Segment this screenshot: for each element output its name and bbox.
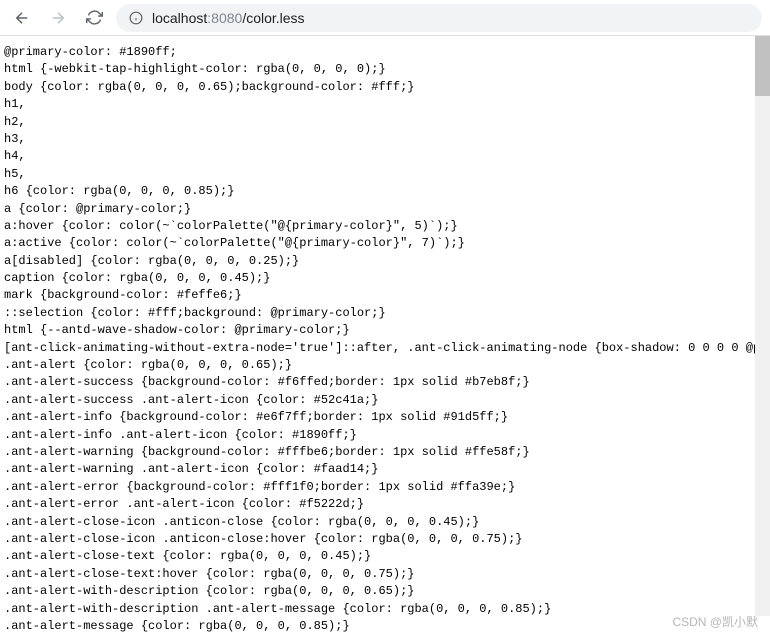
watermark: CSDN @凯小默 — [672, 613, 758, 630]
code-line: .ant-alert {color: rgba(0, 0, 0, 0.65);} — [4, 357, 766, 374]
code-line: a {color: @primary-color;} — [4, 201, 766, 218]
code-line: html {-webkit-tap-highlight-color: rgba(… — [4, 61, 766, 78]
code-line: body {color: rgba(0, 0, 0, 0.65);backgro… — [4, 79, 766, 96]
code-line: .ant-alert-error {background-color: #fff… — [4, 479, 766, 496]
code-line: .ant-alert-success .ant-alert-icon {colo… — [4, 392, 766, 409]
back-button[interactable] — [8, 4, 36, 32]
code-line: .ant-alert-with-description .ant-alert-m… — [4, 601, 766, 618]
code-line: h5, — [4, 166, 766, 183]
code-line: .ant-alert-info .ant-alert-icon {color: … — [4, 427, 766, 444]
scrollbar[interactable] — [755, 36, 770, 616]
page-content: @primary-color: #1890ff;html {-webkit-ta… — [0, 36, 770, 636]
forward-button[interactable] — [44, 4, 72, 32]
code-line: .ant-alert-success {background-color: #f… — [4, 374, 766, 391]
code-line: .ant-alert-close-icon .anticon-close {co… — [4, 514, 766, 531]
code-line: .ant-alert-warning .ant-alert-icon {colo… — [4, 461, 766, 478]
url-host: localhost — [152, 10, 207, 26]
scrollbar-thumb[interactable] — [755, 36, 770, 96]
code-line: h6 {color: rgba(0, 0, 0, 0.85);} — [4, 183, 766, 200]
code-line: h2, — [4, 114, 766, 131]
code-line: h3, — [4, 131, 766, 148]
code-line: .ant-alert-close-icon .anticon-close:hov… — [4, 531, 766, 548]
code-line: .ant-alert-warning {background-color: #f… — [4, 444, 766, 461]
code-line: [ant-click-animating-without-extra-node=… — [4, 340, 766, 357]
info-icon — [128, 10, 144, 26]
code-line: .ant-alert-close-text {color: rgba(0, 0,… — [4, 548, 766, 565]
code-line: caption {color: rgba(0, 0, 0, 0.45);} — [4, 270, 766, 287]
code-line: .ant-alert-error .ant-alert-icon {color:… — [4, 496, 766, 513]
code-line: a:active {color: color(~`colorPalette("@… — [4, 235, 766, 252]
code-line: h4, — [4, 148, 766, 165]
code-line: a[disabled] {color: rgba(0, 0, 0, 0.25);… — [4, 253, 766, 270]
code-line: .ant-alert-close-text:hover {color: rgba… — [4, 566, 766, 583]
url-port: :8080 — [207, 10, 242, 26]
code-line: .ant-alert-info {background-color: #e6f7… — [4, 409, 766, 426]
code-line: a:hover {color: color(~`colorPalette("@{… — [4, 218, 766, 235]
code-line: html {--antd-wave-shadow-color: @primary… — [4, 322, 766, 339]
url-text: localhost:8080/color.less — [152, 10, 305, 26]
code-line: .ant-alert-message {color: rgba(0, 0, 0,… — [4, 618, 766, 635]
code-line: @primary-color: #1890ff; — [4, 44, 766, 61]
code-line: mark {background-color: #feffe6;} — [4, 287, 766, 304]
code-line: .ant-alert-with-description {color: rgba… — [4, 583, 766, 600]
reload-button[interactable] — [80, 4, 108, 32]
browser-toolbar: localhost:8080/color.less — [0, 0, 770, 36]
address-bar[interactable]: localhost:8080/color.less — [116, 4, 762, 32]
code-line: h1, — [4, 96, 766, 113]
url-path: /color.less — [242, 10, 304, 26]
code-line: ::selection {color: #fff;background: @pr… — [4, 305, 766, 322]
